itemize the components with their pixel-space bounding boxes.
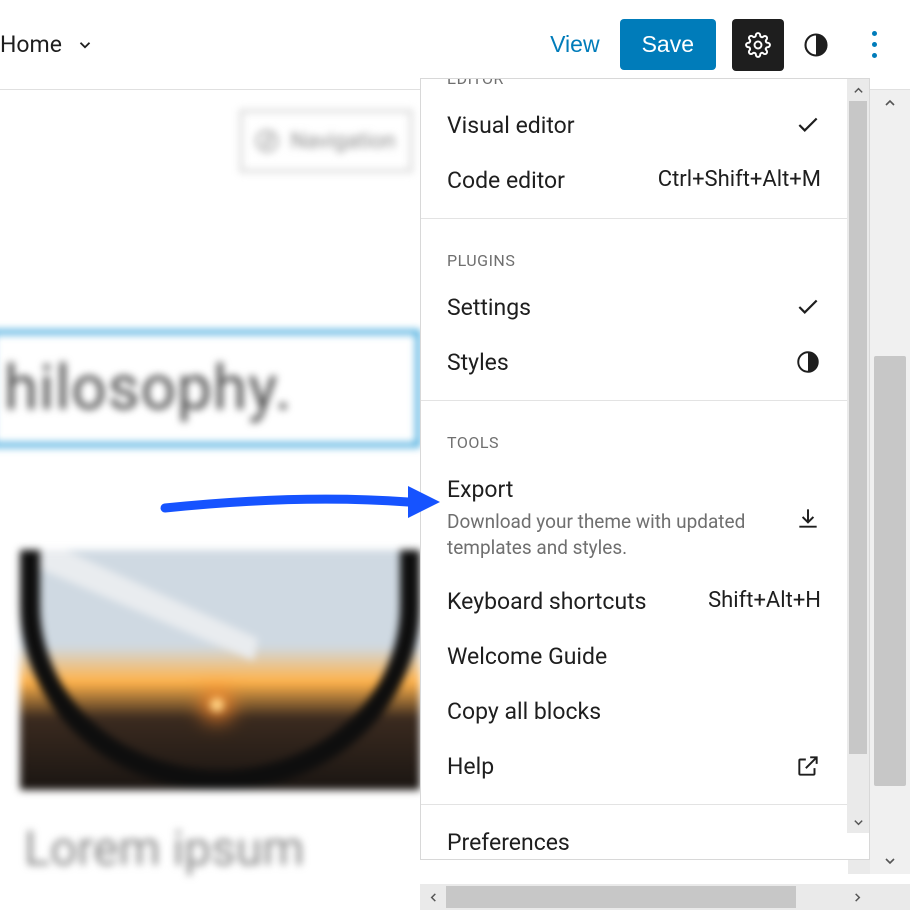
scroll-down-button[interactable] [847,811,869,833]
settings-button[interactable] [732,19,784,71]
scroll-up-button[interactable] [847,79,869,101]
paragraph-block[interactable]: Lorem ipsum [24,820,304,877]
heading-block[interactable]: hilosophy. [0,330,420,447]
view-button[interactable]: View [530,31,619,58]
paragraph-text: Lorem ipsum [24,820,304,877]
check-icon [795,112,821,138]
view-label: View [550,31,599,57]
scrollbar-thumb[interactable] [874,356,906,786]
group-label-editor: EDITOR [421,79,847,98]
outer-vertical-scrollbar[interactable] [870,90,910,874]
gear-icon [745,32,771,58]
group-label-plugins: PLUGINS [421,229,847,280]
navigation-block[interactable]: Navigation [240,110,412,172]
options-dropdown: EDITOR Visual editor Code editor Ctrl+Sh… [420,78,870,860]
menu-shortcut: Shift+Alt+H [708,588,821,613]
site-home-button[interactable]: Home [0,31,94,58]
menu-description: Download your theme with updated templat… [447,509,747,560]
compass-icon [256,130,278,152]
menu-separator [421,218,847,219]
menu-label: Copy all blocks [447,698,601,725]
scrollbar-thumb[interactable] [849,101,867,754]
heading-text: hilosophy. [4,352,292,425]
menu-item-help[interactable]: Help [421,739,847,794]
menu-separator [421,804,847,805]
options-menu-button[interactable] [848,19,900,71]
menu-item-styles[interactable]: Styles [421,335,847,390]
topbar: Home View Save [0,0,910,90]
chevron-down-icon [76,36,94,54]
home-label: Home [0,31,62,58]
menu-horizontal-scrollbar[interactable] [420,884,870,910]
menu-shortcut: Ctrl+Shift+Alt+M [658,167,821,192]
scrollbar-thumb[interactable] [446,886,796,908]
scroll-up-button[interactable] [870,90,910,116]
group-label-tools: TOOLS [421,411,847,462]
menu-item-code-editor[interactable]: Code editor Ctrl+Shift+Alt+M [421,153,847,208]
menu-label: Keyboard shortcuts [447,588,647,615]
contrast-icon [795,349,821,375]
menu-vertical-scrollbar[interactable] [847,79,869,833]
save-button[interactable]: Save [620,19,716,70]
check-icon [795,294,821,320]
menu-item-welcome-guide[interactable]: Welcome Guide [421,629,847,684]
download-icon [795,505,821,531]
image-block[interactable] [20,550,420,790]
menu-item-export[interactable]: Export Download your theme with updated … [421,462,847,574]
menu-label: Settings [447,294,531,321]
nav-pill-label: Navigation [290,129,395,154]
scroll-right-button[interactable] [844,884,870,910]
menu-label: Help [447,753,494,780]
scroll-down-button[interactable] [870,848,910,874]
menu-item-visual-editor[interactable]: Visual editor [421,98,847,153]
menu-item-settings[interactable]: Settings [421,280,847,335]
menu-label: Visual editor [447,112,575,139]
scrollbar-corner [870,884,910,910]
menu-label: Welcome Guide [447,643,607,670]
menu-label: Preferences [447,829,570,856]
contrast-icon [802,31,830,59]
external-link-icon [795,753,821,779]
menu-item-copy-all-blocks[interactable]: Copy all blocks [421,684,847,739]
menu-item-preferences[interactable]: Preferences [421,815,847,859]
menu-item-keyboard-shortcuts[interactable]: Keyboard shortcuts Shift+Alt+H [421,574,847,629]
menu-label: Styles [447,349,509,376]
menu-label: Export [447,476,747,503]
kebab-icon [872,28,877,61]
save-label: Save [642,31,694,57]
styles-button[interactable] [790,19,842,71]
menu-label: Code editor [447,167,565,194]
menu-separator [421,400,847,401]
scroll-left-button[interactable] [420,884,446,910]
